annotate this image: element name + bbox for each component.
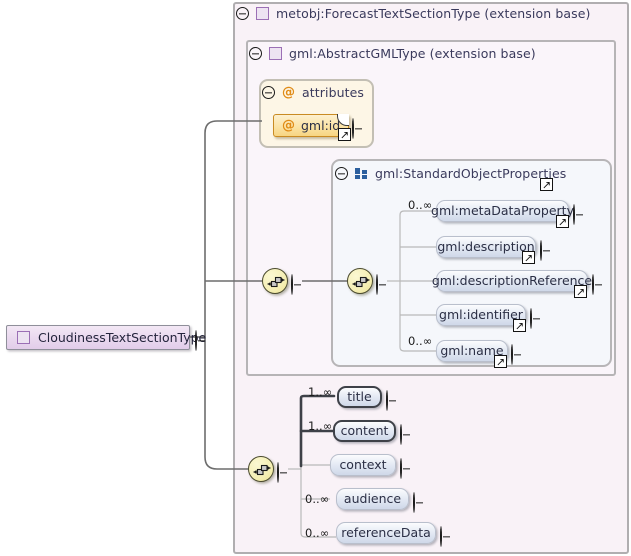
reference-arrow-icon-standard-object-properties[interactable] [540,178,553,191]
sequence-glyph-icon [253,464,271,476]
attribute-label-gml-id: gml:id [301,118,341,133]
expand-icon-audience[interactable] [413,492,415,513]
root-node-cloudiness-text-section-type[interactable]: CloudinessTextSectionType [6,325,206,350]
panel-label-attributes: attributes [302,85,365,100]
element-label-referencedata: referenceData [341,524,431,540]
expand-icon-gml-descriptionreference[interactable] [592,274,594,295]
expand-icon-gml-id[interactable] [352,118,354,139]
reference-arrow-icon-gml-descriptionreference[interactable] [574,285,587,298]
element-gml-descriptionreference[interactable]: gml:descriptionReference [432,270,592,292]
compositor-sequence-gml[interactable] [262,268,288,294]
element-label-content: content [340,422,389,438]
element-label-title: title [347,388,372,404]
collapse-icon-attributes[interactable] [262,86,275,99]
element-label-audience: audience [343,490,402,506]
root-node-label: CloudinessTextSectionType [38,330,207,345]
complex-type-square-icon [256,7,269,20]
expand-icon-gml-name[interactable] [511,344,513,365]
expand-icon-content[interactable] [400,424,402,445]
collapse-icon-sequence-gml[interactable] [291,274,293,295]
element-label-context: context [339,456,387,472]
cardinality-referencedata: 0..∞ [305,526,330,540]
cardinality-title: 1..∞ [308,385,333,399]
cardinality-audience: 0..∞ [305,492,330,506]
cardinality-content: 1..∞ [308,419,333,433]
complex-type-square-icon [269,47,282,60]
element-gml-metadataproperty[interactable]: gml:metaDataProperty [431,200,574,222]
reference-arrow-icon-gml-identifier[interactable] [513,319,526,332]
reference-arrow-icon-gml-id[interactable] [338,128,351,141]
panel-standard-object-properties [331,159,612,367]
collapse-icon-abstract-gml[interactable] [249,47,262,60]
sequence-glyph-icon [352,276,370,288]
panel-header-attributes[interactable]: @ attributes [262,85,364,100]
expand-icon-gml-description[interactable] [540,240,542,261]
collapse-icon-root[interactable] [195,330,197,351]
element-gml-description[interactable]: gml:description [436,236,536,258]
reference-arrow-icon-gml-description[interactable] [522,251,535,264]
expand-icon-context[interactable] [400,458,402,479]
panel-label-forecast: metobj:ForecastTextSectionType (extensio… [276,6,591,21]
expand-icon-gml-identifier[interactable] [530,308,532,329]
complex-type-square-icon [17,331,30,344]
element-title[interactable]: title [337,386,382,408]
compositor-sequence-section[interactable] [248,456,274,482]
sequence-glyph-icon [267,276,285,288]
attribute-at-icon: @ [282,118,295,133]
model-group-icon [355,167,368,180]
expand-icon-referencedata[interactable] [440,526,442,547]
collapse-icon-forecast[interactable] [236,7,249,20]
element-audience[interactable]: audience [336,488,409,510]
attribute-at-icon: @ [282,85,295,100]
reference-arrow-icon-gml-metadataproperty[interactable] [556,215,569,228]
compositor-sequence-group[interactable] [347,268,373,294]
collapse-icon-sequence-section[interactable] [277,462,279,483]
panel-header-abstract-gml-type[interactable]: gml:AbstractGMLType (extension base) [249,46,536,61]
panel-label-abstract-gml: gml:AbstractGMLType (extension base) [289,46,536,61]
panel-header-forecast-text-section-type[interactable]: metobj:ForecastTextSectionType (extensio… [236,6,591,21]
panel-header-standard-object-properties[interactable]: gml:StandardObjectProperties [335,166,566,181]
expand-icon-title[interactable] [386,390,388,411]
panel-label-standard-object-properties: gml:StandardObjectProperties [375,166,567,181]
reference-arrow-icon-gml-name[interactable] [494,355,507,368]
xsd-diagram-canvas: metobj:ForecastTextSectionType (extensio… [0,0,631,556]
collapse-icon-standard-object-properties[interactable] [335,167,348,180]
element-context[interactable]: context [330,454,396,476]
element-referencedata[interactable]: referenceData [336,522,436,544]
cardinality-gml-name: 0..∞ [408,334,433,348]
expand-icon-gml-metadataproperty[interactable] [573,204,575,225]
collapse-icon-sequence-group[interactable] [376,274,378,295]
element-content[interactable]: content [333,420,396,442]
